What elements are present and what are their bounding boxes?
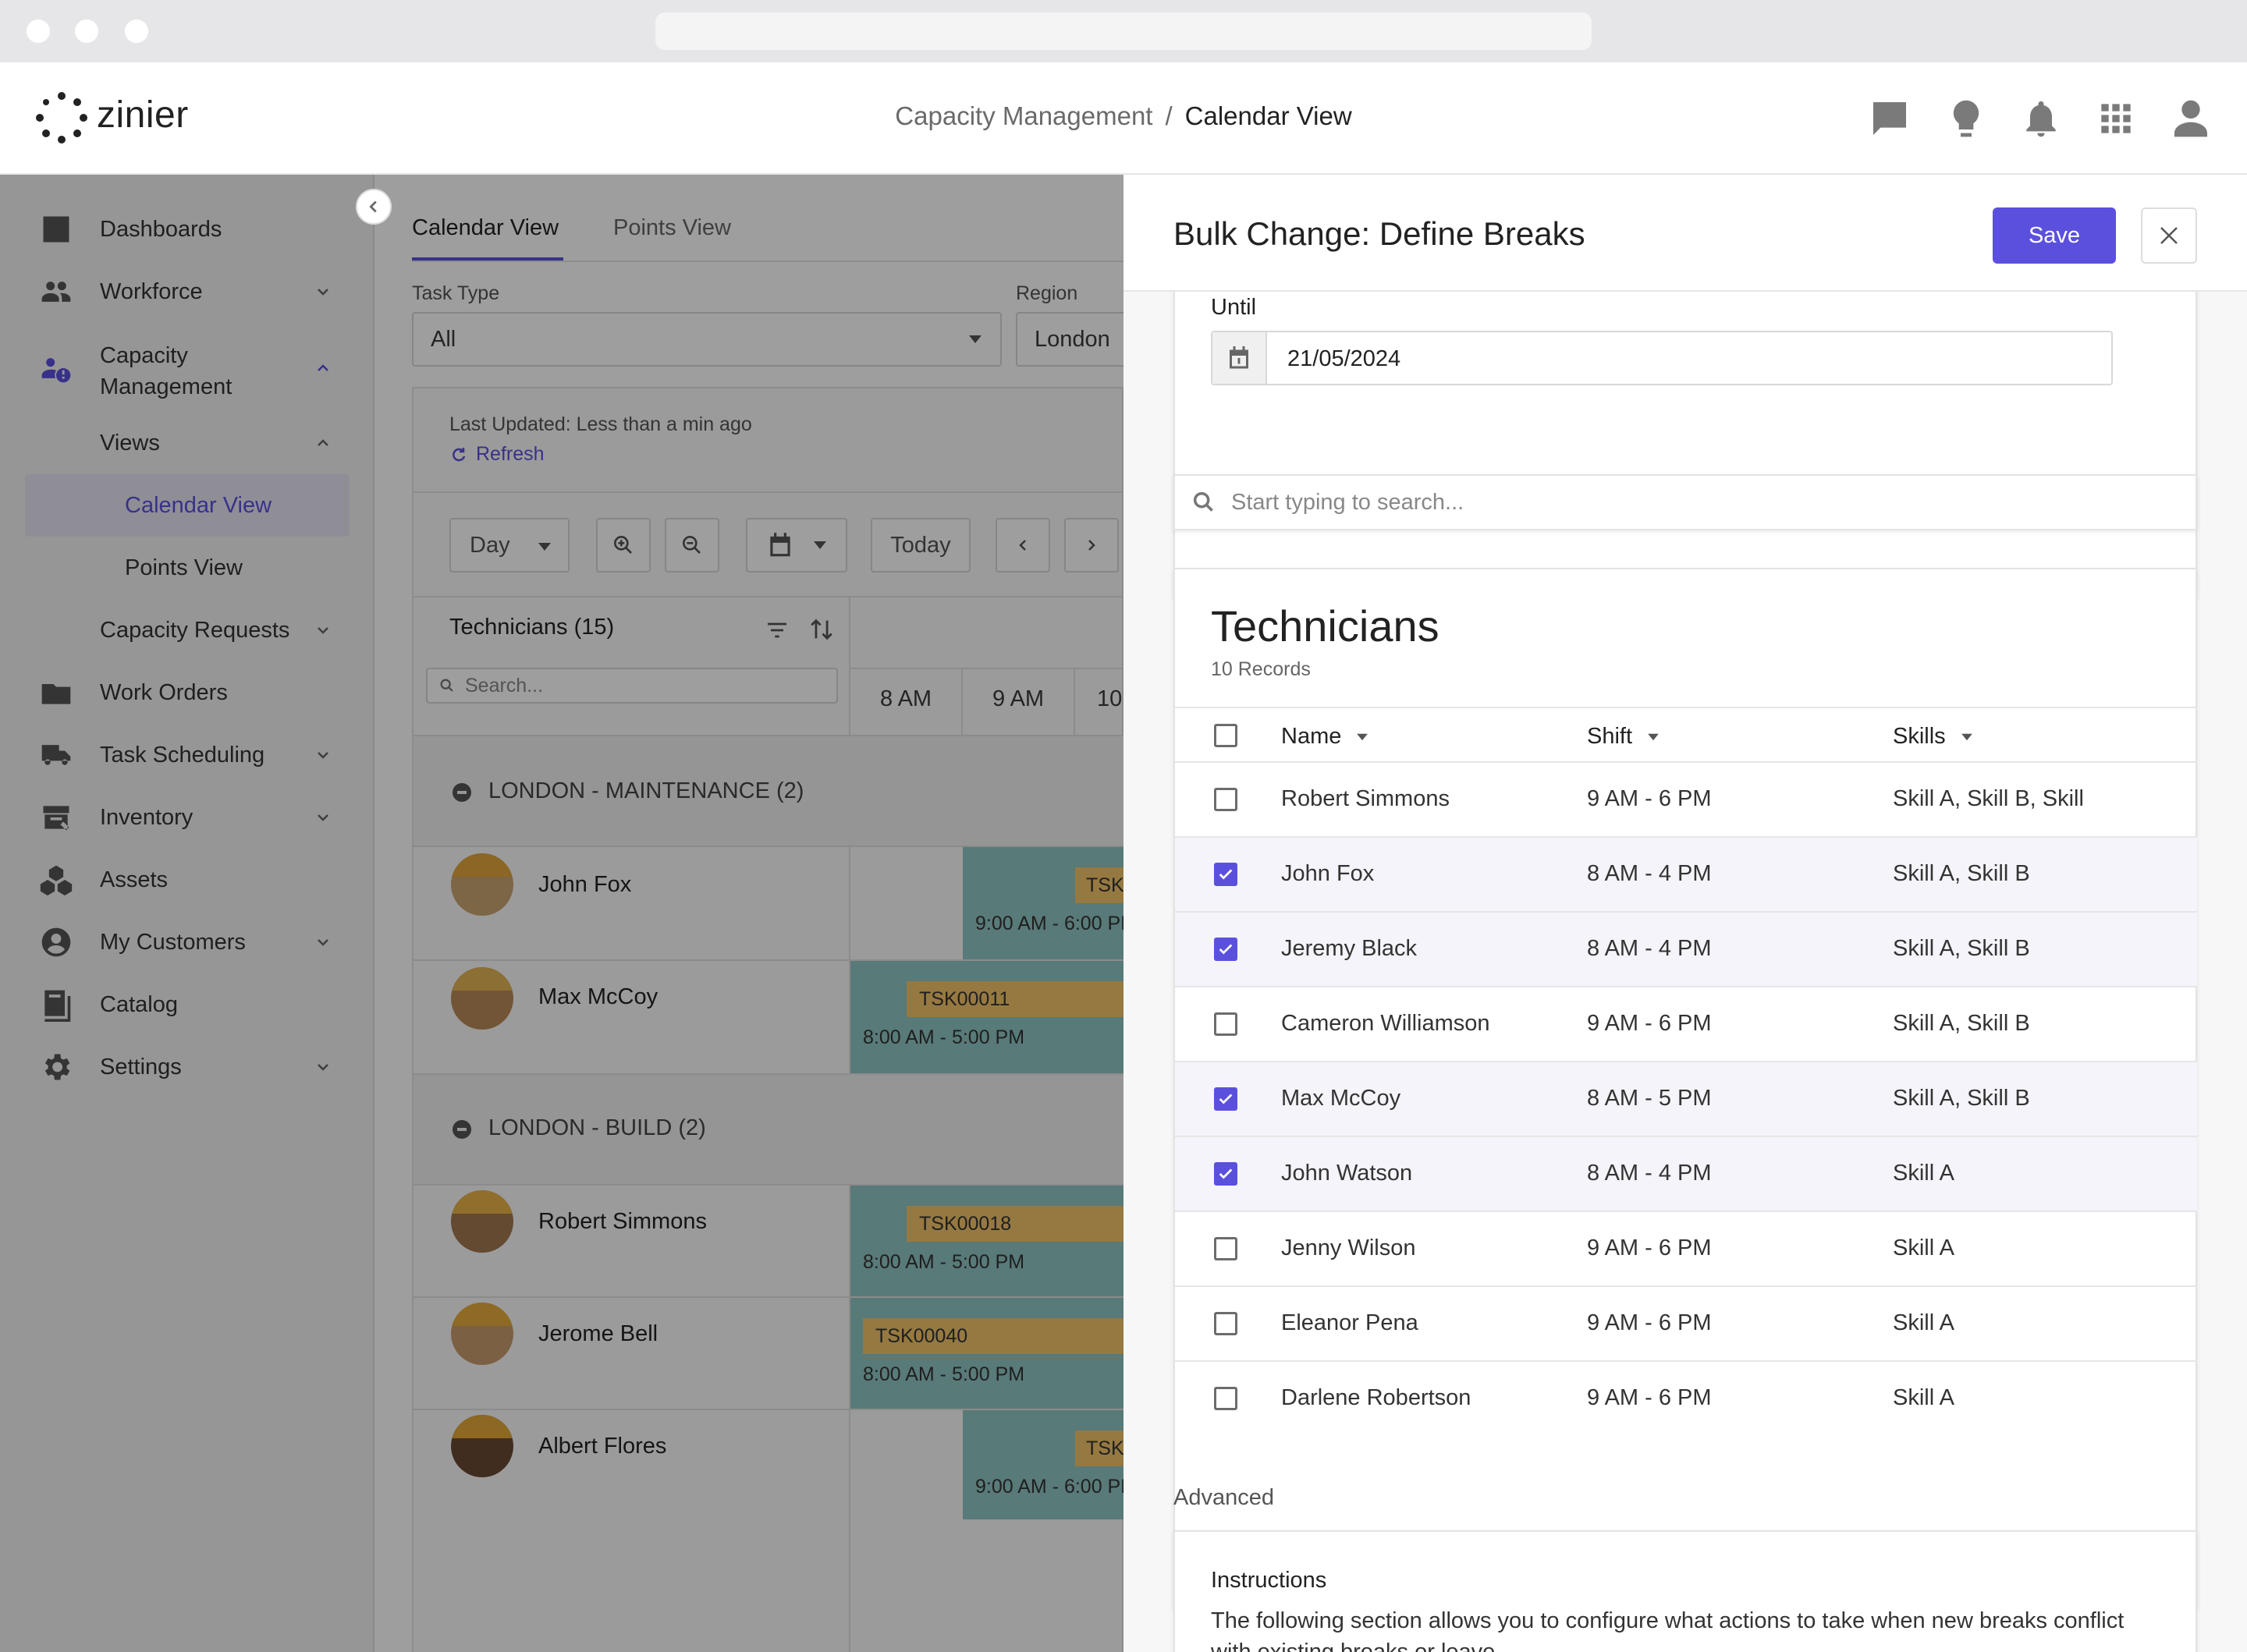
cell-shift: 9 AM - 6 PM	[1587, 1310, 1712, 1335]
advanced-label: Advanced	[1173, 1485, 1274, 1510]
column-label: Name	[1281, 724, 1342, 749]
modal-backdrop[interactable]	[0, 175, 1124, 1652]
table-row[interactable]: Eleanor Pena 9 AM - 6 PM Skill A	[1175, 1285, 2197, 1360]
technicians-title: Technicians	[1211, 601, 1439, 651]
cell-shift: 9 AM - 6 PM	[1587, 1011, 1712, 1036]
bell-icon[interactable]	[2019, 97, 2063, 140]
instructions-title: Instructions	[1211, 1568, 1327, 1593]
sort-caret-icon	[1648, 733, 1659, 740]
cell-name: Cameron Williamson	[1281, 1011, 1490, 1036]
lightbulb-icon[interactable]	[1944, 97, 1988, 140]
row-checkbox[interactable]	[1214, 788, 1237, 811]
cell-skills: Skill A	[1893, 1235, 1954, 1260]
cell-shift: 8 AM - 4 PM	[1587, 936, 1712, 961]
cell-name: Robert Simmons	[1281, 786, 1450, 811]
cell-skills: Skill A	[1893, 1385, 1954, 1410]
apps-grid-icon[interactable]	[2094, 97, 2138, 140]
bulk-change-panel: Until 21/05/2024 Start typing to search.…	[1124, 175, 2247, 1652]
calendar-icon	[1230, 346, 1248, 369]
cell-skills: Skill A, Skill B	[1893, 861, 2030, 886]
cell-skills: Skill A, Skill B, Skill	[1893, 786, 2084, 811]
sort-caret-icon	[1961, 733, 1972, 740]
table-row[interactable]: Max McCoy 8 AM - 5 PM Skill A, Skill B	[1175, 1061, 2197, 1136]
until-date-value: 21/05/2024	[1287, 346, 1401, 371]
chevron-left-icon	[369, 200, 377, 213]
cell-name: John Fox	[1281, 861, 1375, 886]
table-row[interactable]: John Watson 8 AM - 4 PM Skill A	[1175, 1136, 2197, 1211]
cell-skills: Skill A	[1893, 1161, 1954, 1186]
browser-chrome	[0, 0, 2247, 62]
table-row[interactable]: Jeremy Black 8 AM - 4 PM Skill A, Skill B	[1175, 911, 2197, 986]
table-row[interactable]: Robert Simmons 9 AM - 6 PM Skill A, Skill …	[1175, 761, 2197, 836]
close-button[interactable]	[2141, 207, 2197, 264]
row-checkbox[interactable]	[1214, 1387, 1237, 1410]
check-icon	[1219, 1094, 1233, 1104]
cell-skills: Skill A, Skill B	[1893, 1011, 2030, 1036]
cell-name: Darlene Robertson	[1281, 1385, 1471, 1410]
cell-skills: Skill A, Skill B	[1893, 936, 2030, 961]
until-label: Until	[1211, 295, 1257, 320]
chat-icon[interactable]	[1868, 97, 1912, 140]
panel-header: Bulk Change: Define Breaks Save	[1124, 175, 2247, 292]
check-icon	[1219, 1168, 1233, 1179]
row-checkbox[interactable]	[1214, 1237, 1237, 1260]
cell-name: John Watson	[1281, 1161, 1413, 1186]
panel-search-input[interactable]: Start typing to search...	[1173, 474, 2197, 530]
app-header: zinier Capacity Management / Calendar View	[0, 62, 2247, 175]
save-button[interactable]: Save	[1993, 207, 2116, 264]
search-placeholder: Start typing to search...	[1231, 489, 1464, 515]
cell-shift: 9 AM - 6 PM	[1587, 1385, 1712, 1410]
row-checkbox[interactable]	[1214, 1012, 1237, 1036]
sidebar-collapse-button[interactable]	[356, 189, 392, 225]
column-header-name[interactable]: Name	[1281, 724, 1369, 750]
check-icon	[1219, 869, 1233, 880]
address-bar[interactable]	[655, 12, 1592, 50]
row-checkbox[interactable]	[1214, 938, 1237, 961]
cell-skills: Skill A	[1893, 1310, 1954, 1335]
window-close-dot[interactable]	[27, 19, 50, 43]
cell-name: Jeremy Black	[1281, 936, 1418, 961]
cell-name: Max McCoy	[1281, 1086, 1401, 1111]
column-label: Shift	[1587, 724, 1633, 749]
technicians-table-card: Technicians 10 Records Name Shift Skills…	[1173, 568, 2197, 1610]
until-date-input[interactable]: 21/05/2024	[1211, 331, 2113, 385]
breadcrumb-parent[interactable]: Capacity Management	[895, 101, 1152, 130]
instructions-card: Instructions The following section allow…	[1173, 1530, 2197, 1652]
cell-skills: Skill A, Skill B	[1893, 1086, 2030, 1111]
table-row[interactable]: John Fox 8 AM - 4 PM Skill A, Skill B	[1175, 836, 2197, 911]
column-header-shift[interactable]: Shift	[1587, 724, 1660, 750]
sort-caret-icon	[1357, 733, 1368, 740]
row-checkbox[interactable]	[1214, 1162, 1237, 1186]
window-minimize-dot[interactable]	[75, 19, 98, 43]
check-icon	[1219, 944, 1233, 955]
search-icon	[1193, 491, 1213, 512]
table-row[interactable]: Darlene Robertson 9 AM - 6 PM Skill A	[1175, 1360, 2197, 1435]
cell-shift: 8 AM - 4 PM	[1587, 861, 1712, 886]
breadcrumb-current: Calendar View	[1184, 101, 1352, 130]
close-icon	[2160, 227, 2178, 244]
row-checkbox[interactable]	[1214, 1087, 1237, 1111]
instructions-text: The following section allows you to conf…	[1211, 1608, 2125, 1652]
until-card	[1173, 268, 2197, 599]
cell-shift: 9 AM - 6 PM	[1587, 1235, 1712, 1260]
cell-name: Eleanor Pena	[1281, 1310, 1418, 1335]
records-count: 10 Records	[1211, 658, 1311, 680]
cell-name: Jenny Wilson	[1281, 1235, 1416, 1260]
user-icon[interactable]	[2169, 97, 2213, 140]
calendar-icon-box[interactable]	[1212, 332, 1267, 384]
select-all-checkbox[interactable]	[1214, 724, 1237, 747]
table-row[interactable]: Cameron Williamson 9 AM - 6 PM Skill A, Sk…	[1175, 986, 2197, 1061]
table-header: Name Shift Skills	[1175, 707, 2197, 761]
cell-shift: 8 AM - 5 PM	[1587, 1086, 1712, 1111]
panel-title: Bulk Change: Define Breaks	[1173, 215, 1585, 252]
column-label: Skills	[1893, 724, 1946, 749]
row-checkbox[interactable]	[1214, 863, 1237, 886]
breadcrumb-separator: /	[1165, 101, 1173, 130]
row-checkbox[interactable]	[1214, 1312, 1237, 1335]
column-header-skills[interactable]: Skills	[1893, 724, 1974, 750]
cell-shift: 9 AM - 6 PM	[1587, 786, 1712, 811]
cell-shift: 8 AM - 4 PM	[1587, 1161, 1712, 1186]
window-maximize-dot[interactable]	[125, 19, 148, 43]
table-row[interactable]: Jenny Wilson 9 AM - 6 PM Skill A	[1175, 1211, 2197, 1285]
